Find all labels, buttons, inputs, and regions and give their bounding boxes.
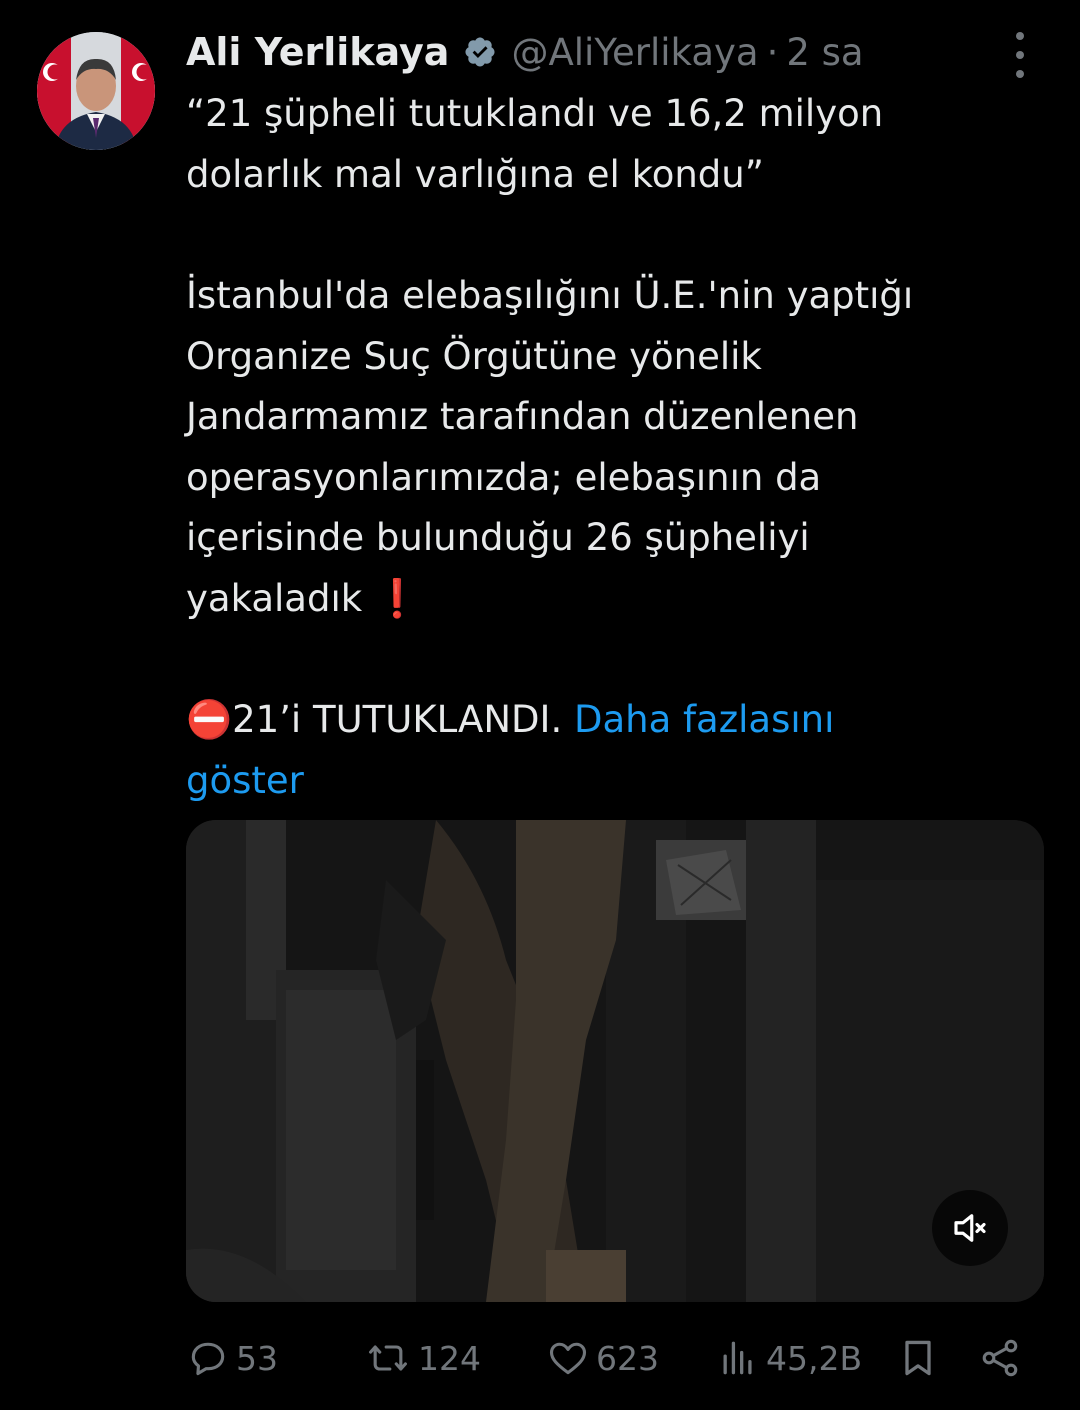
author-handle[interactable]: @AliYerlikaya — [511, 31, 758, 74]
tweet-line: içerisinde bulunduğu 26 şüpheliyi — [186, 516, 810, 559]
arrest-text: 21’i TUTUKLANDI. — [232, 698, 563, 741]
views-icon — [723, 1341, 752, 1375]
reply-icon — [191, 1342, 225, 1376]
reply-count: 53 — [236, 1338, 278, 1378]
more-options-icon[interactable] — [1000, 32, 1040, 78]
heart-icon — [549, 1342, 587, 1375]
show-more-line: göster — [186, 751, 1056, 812]
video-frame — [186, 820, 1044, 1302]
share-icon — [982, 1339, 1018, 1377]
avatar-portrait — [37, 32, 155, 150]
tweet-line: Organize Suç Örgütüne yönelik — [186, 334, 762, 378]
tweet-timestamp[interactable]: 2 sa — [786, 31, 863, 74]
tweet-line: İstanbul'da elebaşılığını Ü.E.'nin yaptı… — [186, 274, 914, 317]
verified-badge-icon — [463, 35, 497, 69]
tweet-line: “21 şüpheli tutuklandı ve 16,2 milyon — [186, 92, 884, 135]
author-name[interactable]: Ali Yerlikaya — [186, 30, 449, 74]
author-avatar[interactable] — [37, 32, 155, 150]
muted-speaker-icon — [954, 1214, 986, 1242]
tweet-line-with-emoji: yakaladık ❗ — [186, 569, 1056, 630]
like-button[interactable]: 623 — [546, 1330, 659, 1386]
tweet-header: Ali Yerlikaya @AliYerlikaya · 2 sa — [186, 26, 864, 78]
repost-button[interactable]: 124 — [364, 1330, 481, 1386]
show-more-link-continued[interactable]: göster — [186, 759, 304, 802]
tweet-line: operasyonlarımızda; elebaşının da — [186, 455, 822, 499]
share-button[interactable] — [978, 1330, 1022, 1386]
repost-icon — [369, 1345, 407, 1371]
separator-dot: · — [766, 30, 779, 74]
no-entry-emoji-icon: ⛔ — [186, 698, 233, 741]
arrest-line: ⛔21’i TUTUKLANDI. Daha fazlasını — [186, 690, 1056, 751]
tweet-line: Jandarmamız tarafından düzenlenen — [186, 395, 859, 438]
bookmark-button[interactable] — [896, 1330, 940, 1386]
views-button[interactable]: 45,2B — [716, 1330, 862, 1386]
tweet-action-bar: 53 124 623 45,2B — [186, 1330, 1036, 1386]
exclamation-emoji-icon: ❗ — [373, 576, 421, 620]
tweet-line: yakaladık — [186, 576, 363, 620]
bookmark-icon — [905, 1340, 931, 1376]
views-count: 45,2B — [766, 1338, 863, 1378]
repost-count: 124 — [418, 1338, 481, 1378]
reply-button[interactable]: 53 — [186, 1330, 278, 1386]
like-count: 623 — [596, 1338, 659, 1378]
tweet-video[interactable] — [186, 820, 1044, 1302]
mute-toggle-button[interactable] — [932, 1190, 1008, 1266]
tweet-body: “21 şüpheli tutuklandı ve 16,2 milyon do… — [186, 84, 1056, 811]
show-more-link[interactable]: Daha fazlasını — [574, 698, 834, 741]
tweet-line: dolarlık mal varlığına el kondu” — [186, 152, 764, 196]
